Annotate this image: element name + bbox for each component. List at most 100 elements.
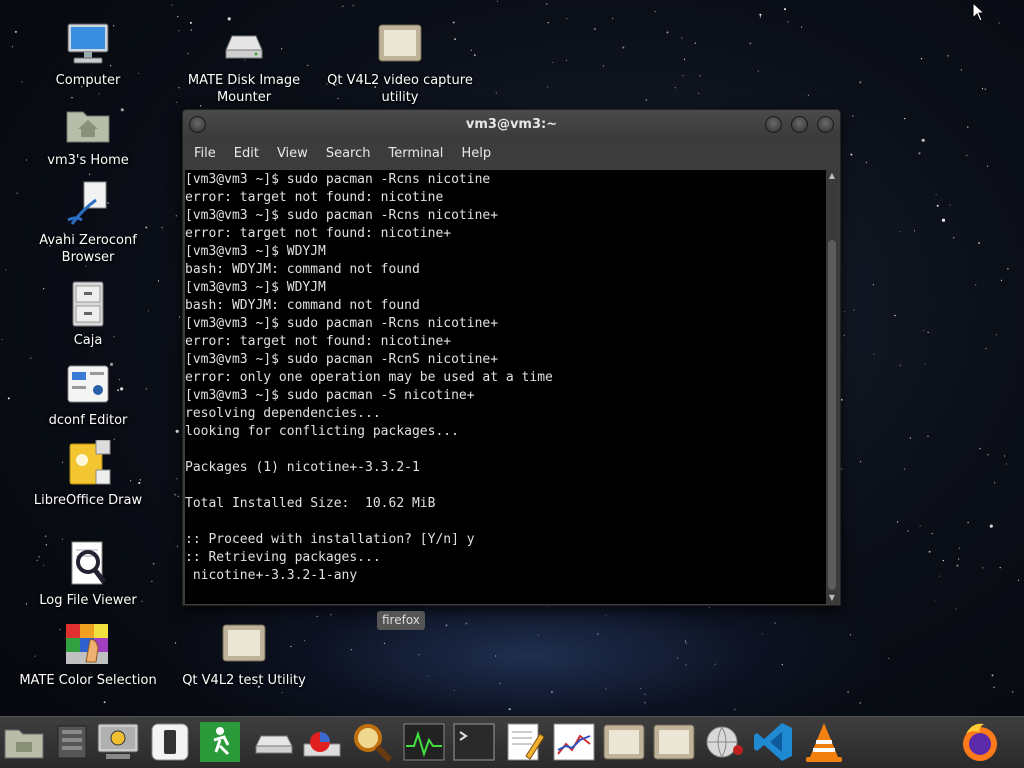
desktop-icon-color-selection[interactable]: MATE Color Selection bbox=[13, 620, 163, 689]
star bbox=[759, 16, 762, 18]
star bbox=[685, 642, 687, 644]
star bbox=[602, 65, 605, 67]
libreoffice-draw-icon bbox=[69, 440, 111, 485]
star bbox=[418, 654, 420, 656]
star bbox=[622, 46, 625, 49]
firefox-icon[interactable] bbox=[958, 720, 1002, 764]
star bbox=[844, 311, 846, 313]
terminal-line: error: only one operation may be used at… bbox=[185, 370, 553, 385]
star bbox=[920, 58, 923, 60]
star bbox=[496, 0, 498, 2]
desktop-icon-label: Qt V4L2 video capture utility bbox=[327, 73, 473, 105]
drive-icon[interactable] bbox=[252, 720, 296, 764]
terminal-icon[interactable] bbox=[452, 720, 496, 764]
star bbox=[427, 675, 429, 677]
star bbox=[960, 69, 962, 71]
star bbox=[865, 161, 868, 163]
star bbox=[849, 634, 852, 636]
disk-usage-icon[interactable] bbox=[300, 720, 344, 764]
star bbox=[924, 363, 926, 365]
star bbox=[597, 633, 599, 635]
system-monitor-icon[interactable] bbox=[402, 720, 446, 764]
star bbox=[1004, 455, 1006, 457]
chart-icon[interactable] bbox=[552, 720, 596, 764]
desktop-icon-caja[interactable]: Caja bbox=[13, 280, 163, 349]
monitor-icon[interactable] bbox=[96, 720, 140, 764]
menu-edit[interactable]: Edit bbox=[225, 140, 268, 168]
window-titlebar[interactable]: vm3@vm3:~ bbox=[183, 110, 840, 140]
terminal-line: bash: WDYJM: command not found bbox=[185, 262, 420, 277]
disk-mounter-icon bbox=[225, 35, 263, 59]
desktop-icon-avahi[interactable]: Avahi Zeroconf Browser bbox=[13, 180, 163, 266]
star bbox=[995, 334, 997, 336]
desktop-icon-label: Qt V4L2 test Utility bbox=[182, 673, 306, 688]
menu-view[interactable]: View bbox=[268, 140, 317, 168]
scrollbar-thumb[interactable] bbox=[828, 240, 836, 590]
star bbox=[645, 98, 648, 101]
search-magnifier-icon[interactable] bbox=[350, 720, 394, 764]
star bbox=[947, 55, 949, 57]
star bbox=[352, 5, 354, 7]
mobile-device-icon[interactable] bbox=[148, 720, 192, 764]
desktop-icon-home[interactable]: vm3's Home bbox=[13, 100, 163, 169]
star bbox=[993, 686, 995, 688]
menu-file[interactable]: File bbox=[185, 140, 225, 168]
color-selection-icon bbox=[66, 624, 108, 664]
star bbox=[565, 59, 568, 62]
star bbox=[44, 535, 47, 538]
avahi-browser-icon bbox=[67, 181, 107, 225]
terminal-window[interactable]: vm3@vm3:~ File Edit View Search Terminal… bbox=[182, 109, 841, 606]
file-manager-icon[interactable] bbox=[2, 720, 46, 764]
star bbox=[698, 92, 700, 94]
maximize-button[interactable] bbox=[791, 116, 808, 133]
star bbox=[987, 454, 989, 456]
star bbox=[942, 560, 945, 562]
exit-icon[interactable] bbox=[198, 720, 242, 764]
star bbox=[666, 31, 669, 34]
scroll-down-arrow-icon[interactable]: ▼ bbox=[826, 592, 838, 604]
star bbox=[801, 26, 803, 28]
terminal-output[interactable]: [vm3@vm3 ~]$ sudo pacman -Rcns nicotine e… bbox=[185, 170, 828, 604]
test-utility-icon[interactable] bbox=[652, 720, 696, 764]
desktop-icon-disk-mounter[interactable]: MATE Disk Image Mounter bbox=[169, 20, 319, 106]
star bbox=[928, 550, 931, 553]
desktop-icon-test-utility[interactable]: Qt V4L2 test Utility bbox=[169, 620, 319, 689]
desktop-icon-dconf[interactable]: dconf Editor bbox=[13, 360, 163, 429]
desktop-icon-video-capture[interactable]: Qt V4L2 video capture utility bbox=[325, 20, 475, 106]
star bbox=[784, 8, 786, 11]
desktop-icon-log-viewer[interactable]: Log File Viewer bbox=[13, 540, 163, 609]
log-viewer-icon bbox=[71, 541, 106, 585]
star bbox=[953, 237, 955, 239]
desktop-icon-libreoffice-draw[interactable]: LibreOffice Draw bbox=[13, 440, 163, 509]
star bbox=[1018, 579, 1020, 581]
star bbox=[986, 165, 989, 167]
star bbox=[174, 493, 177, 496]
close-button[interactable] bbox=[817, 116, 834, 133]
star bbox=[178, 316, 181, 318]
minimize-button[interactable] bbox=[765, 116, 782, 133]
vlc-icon[interactable] bbox=[802, 720, 846, 764]
network-globe-icon[interactable] bbox=[702, 720, 746, 764]
star bbox=[640, 687, 642, 690]
menu-help[interactable]: Help bbox=[452, 140, 500, 168]
vscode-icon[interactable] bbox=[752, 720, 796, 764]
network-icon[interactable] bbox=[50, 720, 94, 764]
terminal-scrollbar[interactable]: ▲ ▼ bbox=[826, 170, 838, 604]
video-capture-icon[interactable] bbox=[602, 720, 646, 764]
menu-search[interactable]: Search bbox=[317, 140, 380, 168]
star bbox=[103, 701, 106, 704]
star bbox=[1011, 690, 1014, 693]
video-capture-icon bbox=[378, 24, 422, 62]
text-editor-icon[interactable] bbox=[502, 720, 546, 764]
scroll-up-arrow-icon[interactable]: ▲ bbox=[826, 170, 838, 182]
menu-terminal[interactable]: Terminal bbox=[379, 140, 452, 168]
star bbox=[566, 18, 568, 20]
star bbox=[860, 461, 862, 463]
star bbox=[859, 81, 862, 84]
star bbox=[859, 702, 861, 704]
star bbox=[956, 564, 959, 567]
desktop-icon-computer[interactable]: Computer bbox=[13, 20, 163, 89]
star bbox=[1, 338, 3, 341]
star bbox=[676, 657, 679, 659]
star bbox=[938, 575, 941, 577]
